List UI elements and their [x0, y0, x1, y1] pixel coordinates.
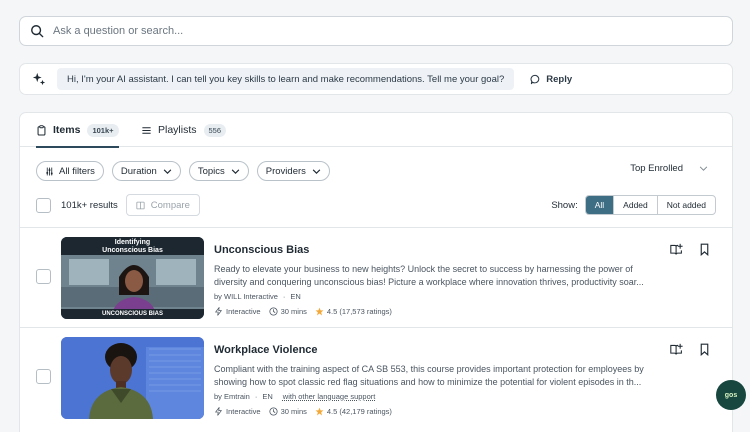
item-provider: by Emtrain: [214, 392, 250, 401]
thumbnail-title-line1: Identifying: [114, 239, 151, 246]
list-item[interactable]: Identifying Unconscious Bias UNCONSCIOUS…: [20, 227, 732, 327]
topics-filter[interactable]: Topics: [188, 161, 249, 181]
show-filter: Show: All Added Not added: [551, 195, 716, 215]
compare-label: Compare: [150, 199, 190, 211]
reply-label: Reply: [546, 73, 573, 85]
item-language: EN: [262, 392, 273, 401]
item-duration: 30 mins: [280, 307, 307, 316]
bookmark-icon[interactable]: [698, 343, 711, 356]
sparkle-icon: [32, 72, 46, 86]
tab-items[interactable]: Items 101k+: [36, 113, 119, 148]
add-to-playlist-icon[interactable]: [670, 343, 683, 356]
search-bar[interactable]: [19, 16, 733, 46]
item-meta: by Emtrain · EN with other language supp…: [214, 392, 376, 401]
reply-button[interactable]: Reply: [530, 74, 572, 85]
item-rating: 4.5 (17,573 ratings): [326, 307, 392, 316]
item-actions: [655, 243, 711, 256]
star-icon: [315, 307, 324, 316]
show-segmented-control: All Added Not added: [584, 195, 716, 215]
results-count: 101k+ results: [61, 199, 118, 211]
clipboard-icon: [37, 124, 46, 135]
item-actions: [655, 343, 711, 356]
item-title[interactable]: Unconscious Bias: [214, 244, 309, 256]
all-filters-button[interactable]: All filters: [36, 161, 104, 181]
item-description: Ready to elevate your business to new he…: [214, 264, 644, 287]
sort-label: Top Enrolled: [630, 163, 683, 174]
ai-message: Hi, I'm your AI assistant. I can tell yo…: [57, 68, 515, 90]
lightning-icon: [214, 307, 223, 316]
show-not-added-option[interactable]: Not added: [656, 196, 715, 214]
item-checkbox[interactable]: [36, 269, 51, 284]
item-type: Interactive: [226, 307, 261, 316]
course-thumbnail[interactable]: Identifying Unconscious Bias UNCONSCIOUS…: [61, 237, 204, 319]
chevron-down-icon: [163, 168, 172, 174]
item-type: Interactive: [226, 407, 261, 416]
topics-label: Topics: [197, 165, 225, 177]
select-all-checkbox[interactable]: [36, 197, 51, 213]
item-rating: 4.5 (42,179 ratings): [326, 407, 392, 416]
duration-filter[interactable]: Duration: [111, 161, 181, 181]
all-filters-label: All filters: [59, 165, 95, 177]
thumbnail-title-line2: Unconscious Bias: [102, 247, 163, 254]
item-stats: Interactive 30 mins 4.5 (42,179 ratings): [214, 407, 400, 416]
chevron-down-icon: [699, 166, 708, 171]
item-provider: by WILL Interactive: [214, 292, 278, 301]
assistant-fab-button[interactable]: gos: [716, 380, 746, 410]
providers-label: Providers: [265, 165, 306, 177]
item-description: Compliant with the training aspect of CA…: [214, 364, 644, 387]
show-label: Show:: [551, 199, 578, 211]
course-thumbnail[interactable]: [61, 337, 204, 419]
sort-dropdown[interactable]: Top Enrolled: [630, 163, 708, 174]
bookmark-icon[interactable]: [698, 243, 711, 256]
item-meta: by WILL Interactive · EN: [214, 292, 301, 301]
search-icon: [31, 25, 44, 38]
show-all-option[interactable]: All: [585, 196, 614, 214]
thumbnail-image: [61, 337, 204, 419]
providers-filter[interactable]: Providers: [256, 161, 330, 181]
star-icon: [315, 407, 324, 416]
item-language: EN: [290, 292, 301, 301]
item-checkbox[interactable]: [36, 369, 51, 384]
thumbnail-title: Identifying Unconscious Bias: [61, 239, 204, 255]
tab-bar: Items 101k+ Playlists 556: [20, 113, 732, 148]
duration-label: Duration: [120, 165, 157, 177]
tab-items-count: 101k+: [87, 123, 119, 137]
ai-assistant-bar: Hi, I'm your AI assistant. I can tell yo…: [19, 63, 733, 95]
item-title[interactable]: Workplace Violence: [214, 344, 318, 356]
filter-bar: All filters Duration Topics Providers: [36, 161, 338, 181]
list-icon: [142, 126, 151, 134]
clock-icon: [269, 407, 278, 416]
thumbnail-caption: UNCONSCIOUS BIAS: [101, 311, 163, 317]
chevron-down-icon: [231, 168, 240, 174]
tab-playlists-count: 556: [203, 123, 227, 137]
compare-button[interactable]: Compare: [125, 194, 200, 216]
tab-items-label: Items: [53, 124, 81, 136]
clock-icon: [269, 307, 278, 316]
show-added-option[interactable]: Added: [613, 196, 657, 214]
sliders-icon: [46, 167, 53, 175]
chevron-down-icon: [312, 168, 321, 174]
lightning-icon: [214, 407, 223, 416]
language-support-link[interactable]: with other language support: [283, 392, 376, 401]
add-to-playlist-icon[interactable]: [670, 243, 683, 256]
compare-icon: [136, 201, 145, 209]
item-duration: 30 mins: [280, 407, 307, 416]
chat-bubble-icon: [530, 74, 540, 84]
list-item[interactable]: Workplace Violence Compliant with the tr…: [20, 327, 732, 427]
results-bar: 101k+ results Compare: [36, 194, 200, 216]
search-input[interactable]: [53, 25, 693, 37]
tab-playlists-label: Playlists: [158, 124, 197, 136]
tab-playlists[interactable]: Playlists 556: [141, 113, 227, 147]
item-stats: Interactive 30 mins 4.5 (17,573 ratings): [214, 307, 400, 316]
results-panel: Items 101k+ Playlists 556 All filters Du…: [19, 112, 733, 432]
